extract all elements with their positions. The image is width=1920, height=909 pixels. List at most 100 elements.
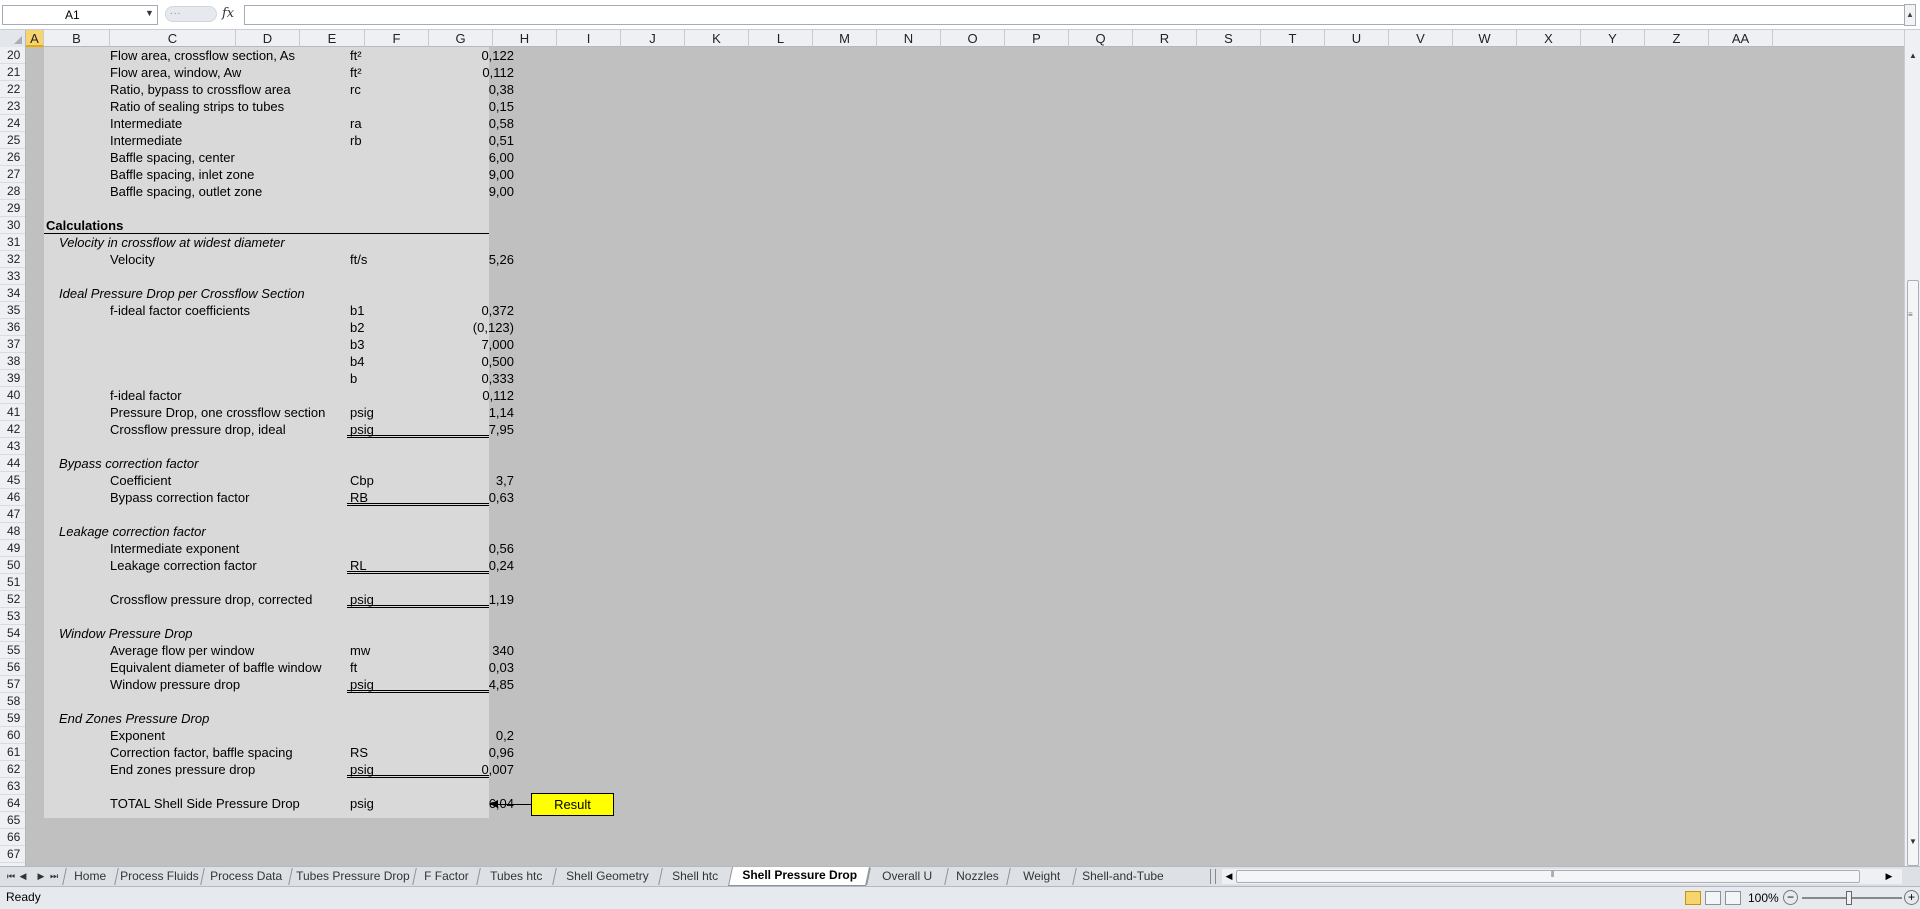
row-header-50[interactable]: 50 (0, 557, 25, 574)
subsection-heading[interactable]: Ideal Pressure Drop per Crossflow Sectio… (59, 285, 305, 302)
cell-label[interactable]: Ratio of sealing strips to tubes (110, 98, 284, 115)
cell-value[interactable]: 0,2 (420, 727, 514, 744)
cell-unit[interactable]: psig (350, 795, 374, 812)
name-box[interactable]: A1 (2, 5, 158, 25)
row-header-37[interactable]: 37 (0, 336, 25, 353)
row-header-57[interactable]: 57 (0, 676, 25, 693)
row-header-45[interactable]: 45 (0, 472, 25, 489)
row-header-21[interactable]: 21 (0, 64, 25, 81)
row-header-36[interactable]: 36 (0, 319, 25, 336)
cell-label[interactable]: f-ideal factor coefficients (110, 302, 250, 319)
row-header-56[interactable]: 56 (0, 659, 25, 676)
row-header-47[interactable]: 47 (0, 506, 25, 523)
column-header-b[interactable]: B (44, 30, 110, 47)
cell-label[interactable]: Exponent (110, 727, 165, 744)
row-header-61[interactable]: 61 (0, 744, 25, 761)
sheet-tab[interactable]: Process Data (200, 868, 292, 885)
subsection-heading[interactable]: End Zones Pressure Drop (59, 710, 209, 727)
row-header-60[interactable]: 60 (0, 727, 25, 744)
cell-unit[interactable]: ft² (350, 47, 362, 64)
worksheet-grid[interactable]: Flow area, crossflow section, As ft² 0,122… (26, 47, 1904, 866)
sheet-tab[interactable]: Home (62, 868, 118, 885)
tab-split-handle[interactable] (1210, 869, 1216, 884)
cell-label[interactable]: Baffle spacing, outlet zone (110, 183, 262, 200)
column-header-i[interactable]: I (557, 30, 621, 47)
cell-unit[interactable]: ra (350, 115, 362, 132)
cell-unit[interactable]: psig (350, 404, 374, 421)
cell-label[interactable]: End zones pressure drop (110, 761, 255, 778)
column-header-g[interactable]: G (429, 30, 493, 47)
row-header-34[interactable]: 34 (0, 285, 25, 302)
sheet-tab[interactable]: Weight (1006, 868, 1076, 885)
sheet-tab[interactable]: Shell Pressure Drop (727, 867, 871, 886)
cell-label[interactable]: Coefficient (110, 472, 171, 489)
cell-unit[interactable]: b4 (350, 353, 364, 370)
row-header-43[interactable]: 43 (0, 438, 25, 455)
cell-label[interactable]: Intermediate (110, 115, 182, 132)
row-header-23[interactable]: 23 (0, 98, 25, 115)
zoom-level[interactable]: 100% (1748, 891, 1779, 905)
sheet-tab[interactable]: Nozzles (944, 868, 1010, 885)
cell-value[interactable]: 0,96 (420, 744, 514, 761)
row-header-49[interactable]: 49 (0, 540, 25, 557)
cell-unit[interactable]: Cbp (350, 472, 374, 489)
cell-label[interactable]: TOTAL Shell Side Pressure Drop (110, 795, 300, 812)
subsection-heading[interactable]: Window Pressure Drop (59, 625, 193, 642)
cell-label[interactable]: Baffle spacing, inlet zone (110, 166, 254, 183)
cell-label[interactable]: Equivalent diameter of baffle window (110, 659, 322, 676)
column-header-a[interactable]: A (26, 30, 44, 47)
column-header-s[interactable]: S (1197, 30, 1261, 47)
sheet-tab[interactable]: Overall U (866, 868, 948, 885)
row-header-40[interactable]: 40 (0, 387, 25, 404)
formula-input[interactable] (244, 5, 1906, 25)
cell-label[interactable]: Average flow per window (110, 642, 254, 659)
row-header-20[interactable]: 20 (0, 47, 25, 64)
cell-value[interactable]: 7,000 (420, 336, 514, 353)
column-header-v[interactable]: V (1389, 30, 1453, 47)
cell-label[interactable]: Flow area, window, Aw (110, 64, 241, 81)
row-header-59[interactable]: 59 (0, 710, 25, 727)
vertical-scroll-thumb[interactable] (1907, 280, 1919, 866)
cell-label[interactable]: Intermediate (110, 132, 182, 149)
scroll-right-icon[interactable]: ▶ (1882, 869, 1896, 884)
vertical-scrollbar[interactable]: ▲ ≡ ▼ (1904, 30, 1920, 866)
cell-value[interactable]: 3,7 (420, 472, 514, 489)
insert-function-icon[interactable]: fx (222, 6, 234, 21)
cell-unit[interactable]: b (350, 370, 357, 387)
row-header-35[interactable]: 35 (0, 302, 25, 319)
subsection-heading[interactable]: Velocity in crossflow at widest diameter (59, 234, 285, 251)
column-header-c[interactable]: C (110, 30, 236, 47)
row-header-38[interactable]: 38 (0, 353, 25, 370)
subsection-heading[interactable]: Leakage correction factor (59, 523, 206, 540)
row-header-66[interactable]: 66 (0, 829, 25, 846)
cell-value[interactable]: 9,00 (420, 166, 514, 183)
cell-value[interactable]: 0,58 (420, 115, 514, 132)
cell-label[interactable]: Leakage correction factor (110, 557, 257, 574)
cell-label[interactable]: Intermediate exponent (110, 540, 239, 557)
row-header-65[interactable]: 65 (0, 812, 25, 829)
cell-label[interactable]: Bypass correction factor (110, 489, 249, 506)
sheet-tab[interactable]: Shell htc (658, 868, 732, 885)
row-header-31[interactable]: 31 (0, 234, 25, 251)
chevron-down-icon[interactable]: ▼ (145, 8, 154, 18)
cell-label[interactable]: Crossflow pressure drop, ideal (110, 421, 286, 438)
column-header-o[interactable]: O (941, 30, 1005, 47)
cell-unit[interactable]: rc (350, 81, 361, 98)
cell-value[interactable]: 0,51 (420, 132, 514, 149)
row-header-67[interactable]: 67 (0, 846, 25, 863)
cell-value[interactable]: 0,372 (420, 302, 514, 319)
cell-unit[interactable]: ft/s (350, 251, 367, 268)
cell-value[interactable]: 0,500 (420, 353, 514, 370)
sheet-tab[interactable]: F Factor (412, 868, 480, 885)
result-box[interactable]: Result (531, 793, 614, 816)
column-header-h[interactable]: H (493, 30, 557, 47)
column-header-f[interactable]: F (365, 30, 429, 47)
cell-unit[interactable]: b3 (350, 336, 364, 353)
scroll-down-icon[interactable]: ▼ (1907, 836, 1919, 848)
sheet-tab[interactable]: Tubes Pressure Drop (288, 868, 416, 885)
row-header-41[interactable]: 41 (0, 404, 25, 421)
column-header-aa[interactable]: AA (1709, 30, 1773, 47)
zoom-in-button[interactable]: + (1904, 890, 1919, 905)
cell-unit[interactable]: b1 (350, 302, 364, 319)
column-header-m[interactable]: M (813, 30, 877, 47)
